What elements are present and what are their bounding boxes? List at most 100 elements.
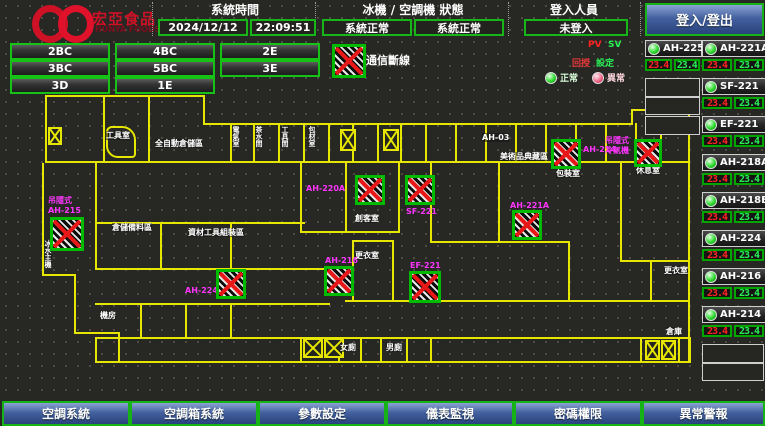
device-led-icon xyxy=(705,81,717,93)
room-label: 休息室 xyxy=(636,166,660,175)
plan-wall xyxy=(45,95,205,97)
plan-wall xyxy=(400,123,402,163)
comm-lost-unit-marker[interactable] xyxy=(634,139,662,167)
device-name: AH-225 xyxy=(663,43,704,54)
plan-wall xyxy=(185,303,187,337)
setpoint-label: 設定 xyxy=(596,56,614,69)
room-label: 倉庫 xyxy=(666,327,682,336)
device-pv-value: 23.4 xyxy=(702,325,732,337)
comm-lost-unit-marker[interactable] xyxy=(50,217,84,251)
device-name: AH-221A xyxy=(720,43,765,54)
unit-label: EF-221 xyxy=(410,261,441,270)
nav-button-3[interactable]: 儀表監視 xyxy=(386,401,514,426)
room-label: 資材工具組裝區 xyxy=(188,228,244,237)
comm-lost-unit-marker[interactable] xyxy=(355,175,385,205)
device-sv-value: 23.4 xyxy=(734,287,764,299)
plan-wall xyxy=(95,361,690,363)
device-button-ah-225[interactable]: AH-225 xyxy=(645,40,702,57)
nav-button-5[interactable]: 異常警報 xyxy=(642,401,765,426)
device-button-ah-224[interactable]: AH-224 xyxy=(702,230,765,247)
device-button-ah-221a[interactable]: AH-221A xyxy=(702,40,765,57)
floor-button-2bc[interactable]: 2BC xyxy=(10,43,110,60)
empty-device-slot xyxy=(645,116,700,135)
unit-label: AH-215 xyxy=(48,206,81,215)
device-sv-value: 23.4 xyxy=(734,325,764,337)
room-label: 倉儲備料區 xyxy=(112,223,152,232)
device-led-icon xyxy=(705,119,717,131)
plan-wall xyxy=(345,163,347,233)
login-logout-button[interactable]: 登入/登出 xyxy=(645,3,764,36)
room-label: 更衣室 xyxy=(355,251,379,260)
device-temps: 23.423.4 xyxy=(702,97,764,109)
device-led-icon xyxy=(705,309,717,321)
unit-label: 冷氣機 xyxy=(605,146,629,155)
nav-button-1[interactable]: 空調箱系統 xyxy=(130,401,258,426)
comm-lost-unit-marker[interactable] xyxy=(324,266,354,296)
floor-button-3d[interactable]: 3D xyxy=(10,77,110,94)
room-label: 男廁 xyxy=(386,343,402,352)
system-date-value: 2024/12/12 xyxy=(158,19,248,36)
floor-button-5bc[interactable]: 5BC xyxy=(115,60,215,77)
comm-lost-unit-marker[interactable] xyxy=(409,271,441,303)
device-sv-value: 23.4 xyxy=(734,135,764,147)
plan-wall xyxy=(640,337,642,361)
plan-wall xyxy=(45,161,690,163)
plan-wall xyxy=(278,123,280,163)
plan-wall xyxy=(689,337,691,363)
login-user-value: 未登入 xyxy=(524,19,628,36)
plan-wall xyxy=(380,337,382,361)
floor-button-3e[interactable]: 3E xyxy=(220,60,320,77)
device-temps: 23.423.4 xyxy=(702,287,764,299)
device-led-icon xyxy=(648,43,660,55)
device-name: SF-221 xyxy=(720,81,759,92)
nav-button-0[interactable]: 空調系統 xyxy=(2,401,130,426)
unit-label: AH-220A xyxy=(306,184,345,193)
floor-button-4bc[interactable]: 4BC xyxy=(115,43,215,60)
plan-wall xyxy=(140,303,142,337)
nav-button-2[interactable]: 參數設定 xyxy=(258,401,386,426)
device-button-ah-216[interactable]: AH-216 xyxy=(702,268,765,285)
floor-button-1e[interactable]: 1E xyxy=(115,77,215,94)
device-pv-value: 23.4 xyxy=(702,59,732,71)
unit-label: AH-221A xyxy=(510,201,549,210)
unit-label: 吊隱式 xyxy=(605,136,629,145)
comm-lost-unit-marker[interactable] xyxy=(405,175,435,205)
room-label: 包裝室 xyxy=(556,169,580,178)
plan-wall xyxy=(95,337,97,363)
header-divider xyxy=(508,2,509,36)
device-button-ah-214[interactable]: AH-214 xyxy=(702,306,765,323)
comm-lost-unit-marker[interactable] xyxy=(216,269,246,299)
device-led-icon xyxy=(705,195,717,207)
empty-device-slot xyxy=(645,78,700,97)
plan-wall xyxy=(430,241,570,243)
device-led-icon xyxy=(705,43,717,55)
comm-lost-unit-marker[interactable] xyxy=(551,139,581,169)
floor-button-3bc[interactable]: 3BC xyxy=(10,60,110,77)
room-label: 更衣室 xyxy=(664,266,688,275)
normal-legend-label: 正常 xyxy=(560,71,578,84)
normal-legend: 正常 xyxy=(545,71,578,84)
plan-wall xyxy=(203,95,205,125)
unit-label: SF-221 xyxy=(406,207,437,216)
device-led-icon xyxy=(705,157,717,169)
floor-button-2e[interactable]: 2E xyxy=(220,43,320,60)
device-temps: 23.423.4 xyxy=(702,135,764,147)
device-button-ef-221[interactable]: EF-221 xyxy=(702,116,765,133)
device-sv-value: 23.4 xyxy=(734,97,764,109)
device-button-ah-218a[interactable]: AH-218A xyxy=(702,154,765,171)
plan-wall xyxy=(95,337,690,339)
empty-device-slot xyxy=(702,363,764,381)
plan-wall xyxy=(688,109,690,362)
logo-subtext: HUNYA FOODS xyxy=(95,25,160,34)
device-temps: 23.423.4 xyxy=(702,59,764,71)
device-button-ah-218b[interactable]: AH-218B xyxy=(702,192,765,209)
shaft-icon xyxy=(645,340,660,360)
comm-lost-unit-marker[interactable] xyxy=(512,210,542,240)
nav-button-4[interactable]: 密碼權限 xyxy=(514,401,642,426)
pv-label: PV xyxy=(588,40,602,50)
device-temps: 23.423.4 xyxy=(702,325,764,337)
device-pv-value: 23.4 xyxy=(702,135,732,147)
device-button-sf-221[interactable]: SF-221 xyxy=(702,78,765,95)
device-name: EF-221 xyxy=(720,119,758,130)
empty-device-slot xyxy=(645,97,700,115)
